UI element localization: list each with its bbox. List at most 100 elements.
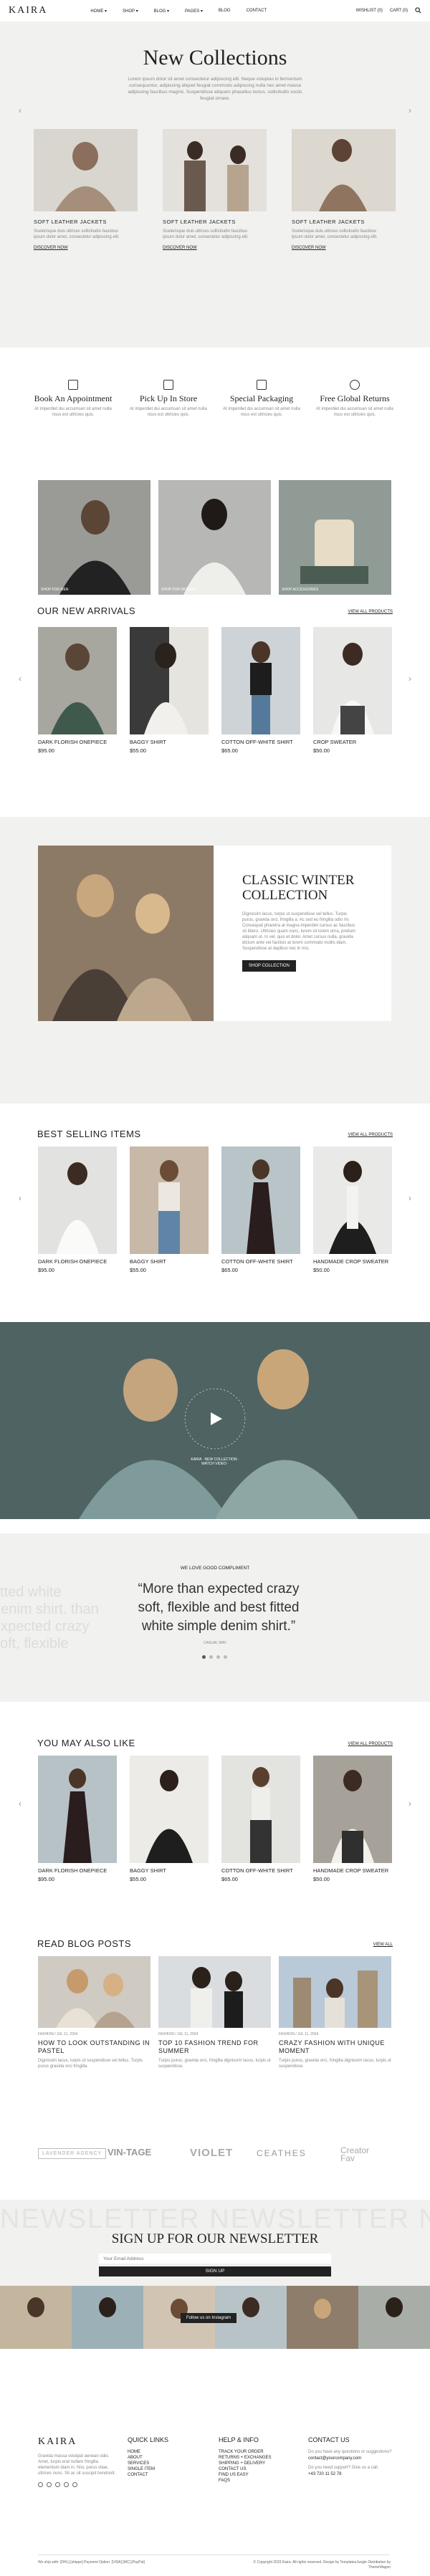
next-arrow-icon[interactable]: › xyxy=(408,674,411,684)
blog-post[interactable]: FASHION / JUL 11, 2024 TOP 10 FASHION TR… xyxy=(158,1956,271,2069)
footer-link-contact-us[interactable]: CONTACT US xyxy=(219,2466,272,2472)
dot[interactable] xyxy=(216,1655,220,1659)
footer-link-contact[interactable]: CONTACT xyxy=(128,2472,168,2478)
wishlist-link[interactable]: WISHLIST (0) xyxy=(356,9,383,13)
product-name[interactable]: COTTON OFF-WHITE SHIRT xyxy=(221,1258,300,1265)
product-card[interactable]: BAGGY SHIRT $55.00 xyxy=(130,1756,209,1882)
footer-link-home[interactable]: HOME xyxy=(128,2449,168,2455)
brand-logo[interactable]: VIN-TAGE xyxy=(108,2147,151,2158)
menu-item-home[interactable]: HOME ▾ xyxy=(90,9,107,14)
category-label-accessories[interactable]: SHOP ACCESSORIES xyxy=(282,588,318,592)
product-card[interactable]: HANDMADE CROP SWEATER $50.00 xyxy=(313,1756,392,1882)
view-all-link[interactable]: VIEW ALL PRODUCTS xyxy=(348,1133,393,1137)
discover-link[interactable]: DISCOVER NOW xyxy=(292,246,396,250)
menu-item-shop[interactable]: SHOP ▾ xyxy=(123,9,138,14)
blog-image[interactable] xyxy=(279,1956,391,2028)
footer-link-services[interactable]: SERVICES xyxy=(128,2461,168,2466)
blog-title[interactable]: HOW TO LOOK OUTSTANDING IN PASTEL xyxy=(38,2039,150,2055)
product-image[interactable] xyxy=(221,627,300,734)
prev-arrow-icon[interactable]: ‹ xyxy=(19,674,22,684)
view-all-link[interactable]: VIEW ALL PRODUCTS xyxy=(348,1742,393,1746)
footer-logo[interactable]: KAIRA xyxy=(38,2436,120,2448)
blog-post[interactable]: FASHION / JUL 11, 2024 HOW TO LOOK OUTST… xyxy=(38,1956,150,2069)
brand-logo[interactable]: CEATHES xyxy=(257,2148,307,2158)
search-icon[interactable] xyxy=(415,6,421,15)
product-card[interactable]: HANDMADE CROP SWEATER $50.00 xyxy=(313,1146,392,1273)
product-image[interactable] xyxy=(221,1756,300,1863)
product-card[interactable]: DARK FLORISH ONEPIECE $95.00 xyxy=(38,1756,117,1882)
shop-collection-button[interactable]: SHOP COLLECTION xyxy=(242,960,296,972)
prev-arrow-icon[interactable]: ‹ xyxy=(19,105,22,115)
prev-arrow-icon[interactable]: ‹ xyxy=(19,1799,22,1809)
product-image[interactable] xyxy=(313,1146,392,1254)
winter-collection-image[interactable] xyxy=(38,846,214,1021)
blog-image[interactable] xyxy=(38,1956,150,2028)
collection-image[interactable] xyxy=(163,129,267,211)
product-card[interactable]: DARK FLORISH ONEPIECE $95.00 xyxy=(38,627,117,754)
dot[interactable] xyxy=(224,1655,227,1659)
product-name[interactable]: BAGGY SHIRT xyxy=(130,739,209,745)
product-card[interactable]: BAGGY SHIRT $55.00 xyxy=(130,1146,209,1273)
category-label-men[interactable]: SHOP FOR MEN xyxy=(41,588,69,592)
logo[interactable]: KAIRA xyxy=(9,5,47,16)
twitter-icon[interactable] xyxy=(47,2482,52,2487)
product-image[interactable] xyxy=(130,627,209,734)
instagram-icon[interactable] xyxy=(72,2482,77,2487)
product-card[interactable]: CROP SWEATER $50.00 xyxy=(313,627,392,754)
signup-button[interactable]: SIGN UP xyxy=(99,2266,331,2276)
video-banner-image[interactable] xyxy=(0,1322,430,1519)
product-name[interactable]: BAGGY SHIRT xyxy=(130,1258,209,1265)
product-name[interactable]: DARK FLORISH ONEPIECE xyxy=(38,739,117,745)
menu-item-blog[interactable]: BLOG xyxy=(219,9,231,14)
footer-link-faqs[interactable]: FAQS xyxy=(219,2478,272,2484)
product-name[interactable]: HANDMADE CROP SWEATER xyxy=(313,1258,392,1265)
product-image[interactable] xyxy=(130,1756,209,1863)
product-name[interactable]: COTTON OFF-WHITE SHIRT xyxy=(221,739,300,745)
collection-image[interactable] xyxy=(292,129,396,211)
brand-logo[interactable]: Creator Fav xyxy=(340,2146,383,2163)
contact-phone[interactable]: +43 720 11 52 78 xyxy=(308,2472,394,2476)
product-image[interactable] xyxy=(38,1146,117,1254)
product-card[interactable]: BAGGY SHIRT $55.00 xyxy=(130,627,209,754)
product-image[interactable] xyxy=(38,1756,117,1863)
category-women-image[interactable] xyxy=(158,480,271,595)
contact-email[interactable]: contact@yourcompany.com xyxy=(308,2456,394,2461)
discover-link[interactable]: DISCOVER NOW xyxy=(34,246,138,250)
product-name[interactable]: COTTON OFF-WHITE SHIRT xyxy=(221,1867,300,1874)
product-image[interactable] xyxy=(221,1146,300,1254)
footer-link-track[interactable]: TRACK YOUR ORDER xyxy=(219,2449,272,2455)
product-name[interactable]: HANDMADE CROP SWEATER xyxy=(313,1867,392,1874)
collection-image[interactable] xyxy=(34,129,138,211)
product-name[interactable]: DARK FLORISH ONEPIECE xyxy=(38,1867,117,1874)
menu-item-blog-dropdown[interactable]: BLOG ▾ xyxy=(154,9,169,14)
menu-item-contact[interactable]: CONTACT xyxy=(247,9,267,14)
footer-link-returns[interactable]: RETURNS + EXCHANGES xyxy=(219,2455,272,2461)
product-card[interactable]: COTTON OFF-WHITE SHIRT $65.00 xyxy=(221,1146,300,1273)
cart-link[interactable]: CART (0) xyxy=(390,9,408,13)
brand-logo[interactable]: LAVENDER AGENCY xyxy=(38,2148,107,2159)
product-name[interactable]: BAGGY SHIRT xyxy=(130,1867,209,1874)
blog-post[interactable]: FASHION / JUL 11, 2024 CRAZY FASHION WIT… xyxy=(279,1956,391,2069)
view-all-link[interactable]: VIEW ALL PRODUCTS xyxy=(348,610,393,614)
category-label-women[interactable]: SHOP FOR WOMEN xyxy=(161,588,195,592)
blog-title[interactable]: TOP 10 FASHION TREND FOR SUMMER xyxy=(158,2039,271,2055)
brand-logo[interactable]: VIOLET xyxy=(190,2147,233,2159)
product-image[interactable] xyxy=(130,1146,209,1254)
product-card[interactable]: COTTON OFF-WHITE SHIRT $65.00 xyxy=(221,1756,300,1882)
facebook-icon[interactable] xyxy=(38,2482,43,2487)
product-image[interactable] xyxy=(313,627,392,734)
youtube-icon[interactable] xyxy=(55,2482,60,2487)
follow-instagram-button[interactable]: Follow us on Instagram xyxy=(181,2313,237,2323)
product-name[interactable]: CROP SWEATER xyxy=(313,739,392,745)
next-arrow-icon[interactable]: › xyxy=(408,105,411,115)
dot[interactable] xyxy=(209,1655,213,1659)
pinterest-icon[interactable] xyxy=(64,2482,69,2487)
next-arrow-icon[interactable]: › xyxy=(408,1193,411,1203)
blog-title[interactable]: CRAZY FASHION WITH UNIQUE MOMENT xyxy=(279,2039,391,2055)
prev-arrow-icon[interactable]: ‹ xyxy=(19,1193,22,1203)
footer-link-about[interactable]: ABOUT xyxy=(128,2455,168,2461)
next-arrow-icon[interactable]: › xyxy=(408,1799,411,1809)
footer-link-shipping[interactable]: SHIPPING + DELIVERY xyxy=(219,2461,272,2466)
footer-link-single-item[interactable]: SINGLE ITEM xyxy=(128,2466,168,2472)
discover-link[interactable]: DISCOVER NOW xyxy=(163,246,267,250)
